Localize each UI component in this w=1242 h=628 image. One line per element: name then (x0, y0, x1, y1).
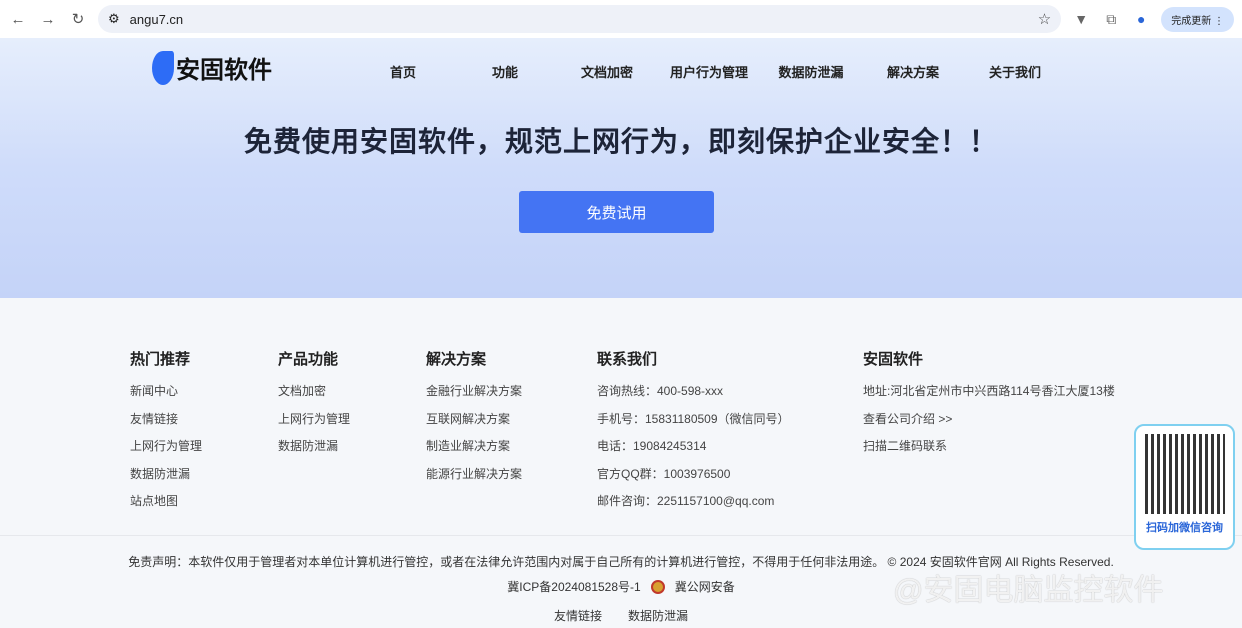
footer-col-hot: 热门推荐 新闻中心 友情链接 上网行为管理 数据防泄漏 站点地图 (130, 348, 202, 520)
address-bar[interactable]: ⚙ angu7.cn ☆ (98, 5, 1062, 33)
wechat-qr-widget[interactable]: 扫码加微信咨询 (1134, 424, 1235, 550)
contact-item: 官方QQ群：1003976500 (597, 466, 731, 481)
police-badge-icon (650, 579, 665, 594)
reload-icon[interactable]: ↻ (68, 10, 88, 28)
footer-link[interactable]: 友情链接 (130, 410, 202, 438)
contact-item: 电话：19084245314 (597, 439, 707, 453)
forward-icon[interactable]: → (38, 11, 58, 28)
main-nav: 首页 功能 文档加密 用户行为管理 数据防泄漏 解决方案 关于我们 (352, 62, 1066, 81)
col-title: 联系我们 (597, 351, 658, 368)
col-title: 热门推荐 (130, 351, 191, 368)
back-icon[interactable]: ← (8, 11, 28, 28)
footer-col-products: 产品功能 文档加密 上网行为管理 数据防泄漏 (278, 348, 350, 465)
contact-item: 咨询热线：400-598-xxx (597, 384, 724, 398)
icp-link[interactable]: 冀ICP备2024081528号-1 (507, 578, 640, 595)
contact-item: 手机号：15831180509（微信同号） (597, 411, 790, 426)
footer-link[interactable]: 互联网解决方案 (426, 410, 522, 438)
update-button[interactable]: 完成更新 ⋮ (1161, 6, 1234, 32)
scan-qr-text: 扫描二维码联系 (863, 439, 948, 453)
footer-col-contact: 联系我们 咨询热线：400-598-xxx 手机号：15831180509（微信… (597, 348, 790, 520)
address: 地址:河北省定州市中兴西路114号香江大厦13楼 (863, 384, 1115, 398)
bookmark-star-icon[interactable]: ☆ (1038, 10, 1051, 28)
qr-label: 扫码加微信咨询 (1146, 522, 1223, 534)
bottom-link[interactable]: 数据防泄漏 (628, 607, 688, 624)
footer-link[interactable]: 能源行业解决方案 (426, 465, 522, 493)
nav-home[interactable]: 首页 (352, 62, 454, 81)
hero-section: 安固软件 首页 功能 文档加密 用户行为管理 数据防泄漏 解决方案 关于我们 免… (0, 38, 1242, 298)
logo-text: 安固软件 (176, 57, 272, 84)
nav-about[interactable]: 关于我们 (964, 62, 1066, 81)
extensions-puzzle-icon[interactable]: ⧉ (1101, 11, 1121, 28)
logo-mark-icon (152, 50, 174, 85)
footer-link[interactable]: 新闻中心 (130, 382, 202, 410)
bottom-link[interactable]: 友情链接 (554, 607, 602, 624)
site-info-icon[interactable]: ⚙ (108, 11, 120, 27)
update-label: 完成更新 (1171, 15, 1212, 27)
site-header: 安固软件 首页 功能 文档加密 用户行为管理 数据防泄漏 解决方案 关于我们 (0, 38, 1242, 103)
col-title: 解决方案 (426, 351, 487, 368)
nav-dlp[interactable]: 数据防泄漏 (760, 62, 862, 81)
company-intro-link[interactable]: 查看公司介绍 >> (863, 410, 1115, 438)
profile-icon[interactable]: ● (1131, 11, 1151, 27)
qr-code-icon (1144, 434, 1225, 514)
watermark: @安固电脑监控软件 (893, 574, 1164, 607)
footer-link[interactable]: 上网行为管理 (278, 410, 350, 438)
bottom-links: 友情链接 数据防泄漏 (0, 607, 1242, 624)
footer-link[interactable]: 上网行为管理 (130, 437, 202, 465)
footer-link[interactable]: 制造业解决方案 (426, 437, 522, 465)
footer-link[interactable]: 数据防泄漏 (130, 465, 202, 493)
contact-item: 邮件咨询：2251157100@qq.com (597, 494, 775, 508)
nav-user-behavior[interactable]: 用户行为管理 (658, 62, 760, 81)
col-title: 产品功能 (278, 351, 339, 368)
nav-doc-encryption[interactable]: 文档加密 (556, 62, 658, 81)
footer-link[interactable]: 站点地图 (130, 492, 202, 520)
extension-icon[interactable]: ▼ (1071, 11, 1091, 27)
browser-toolbar: ← → ↻ ⚙ angu7.cn ☆ ▼ ⧉ ● 完成更新 ⋮ (0, 0, 1242, 38)
url-text: angu7.cn (129, 11, 184, 27)
footer-link[interactable]: 数据防泄漏 (278, 437, 350, 465)
police-record-link[interactable]: 冀公网安备 (675, 578, 735, 595)
free-trial-button[interactable]: 免费试用 (519, 191, 714, 233)
col-title: 安固软件 (863, 351, 924, 368)
footer-divider (0, 535, 1242, 536)
nav-features[interactable]: 功能 (454, 62, 556, 81)
footer-col-solutions: 解决方案 金融行业解决方案 互联网解决方案 制造业解决方案 能源行业解决方案 (426, 348, 522, 492)
footer-link[interactable]: 金融行业解决方案 (426, 382, 522, 410)
footer-link[interactable]: 文档加密 (278, 382, 350, 410)
nav-solutions[interactable]: 解决方案 (862, 62, 964, 81)
hero-headline: 免费使用安固软件，规范上网行为，即刻保护企业安全！！ (243, 126, 998, 157)
footer-col-company: 安固软件 地址:河北省定州市中兴西路114号香江大厦13楼 查看公司介绍 >> … (863, 348, 1115, 465)
logo[interactable]: 安固软件 (152, 50, 272, 85)
